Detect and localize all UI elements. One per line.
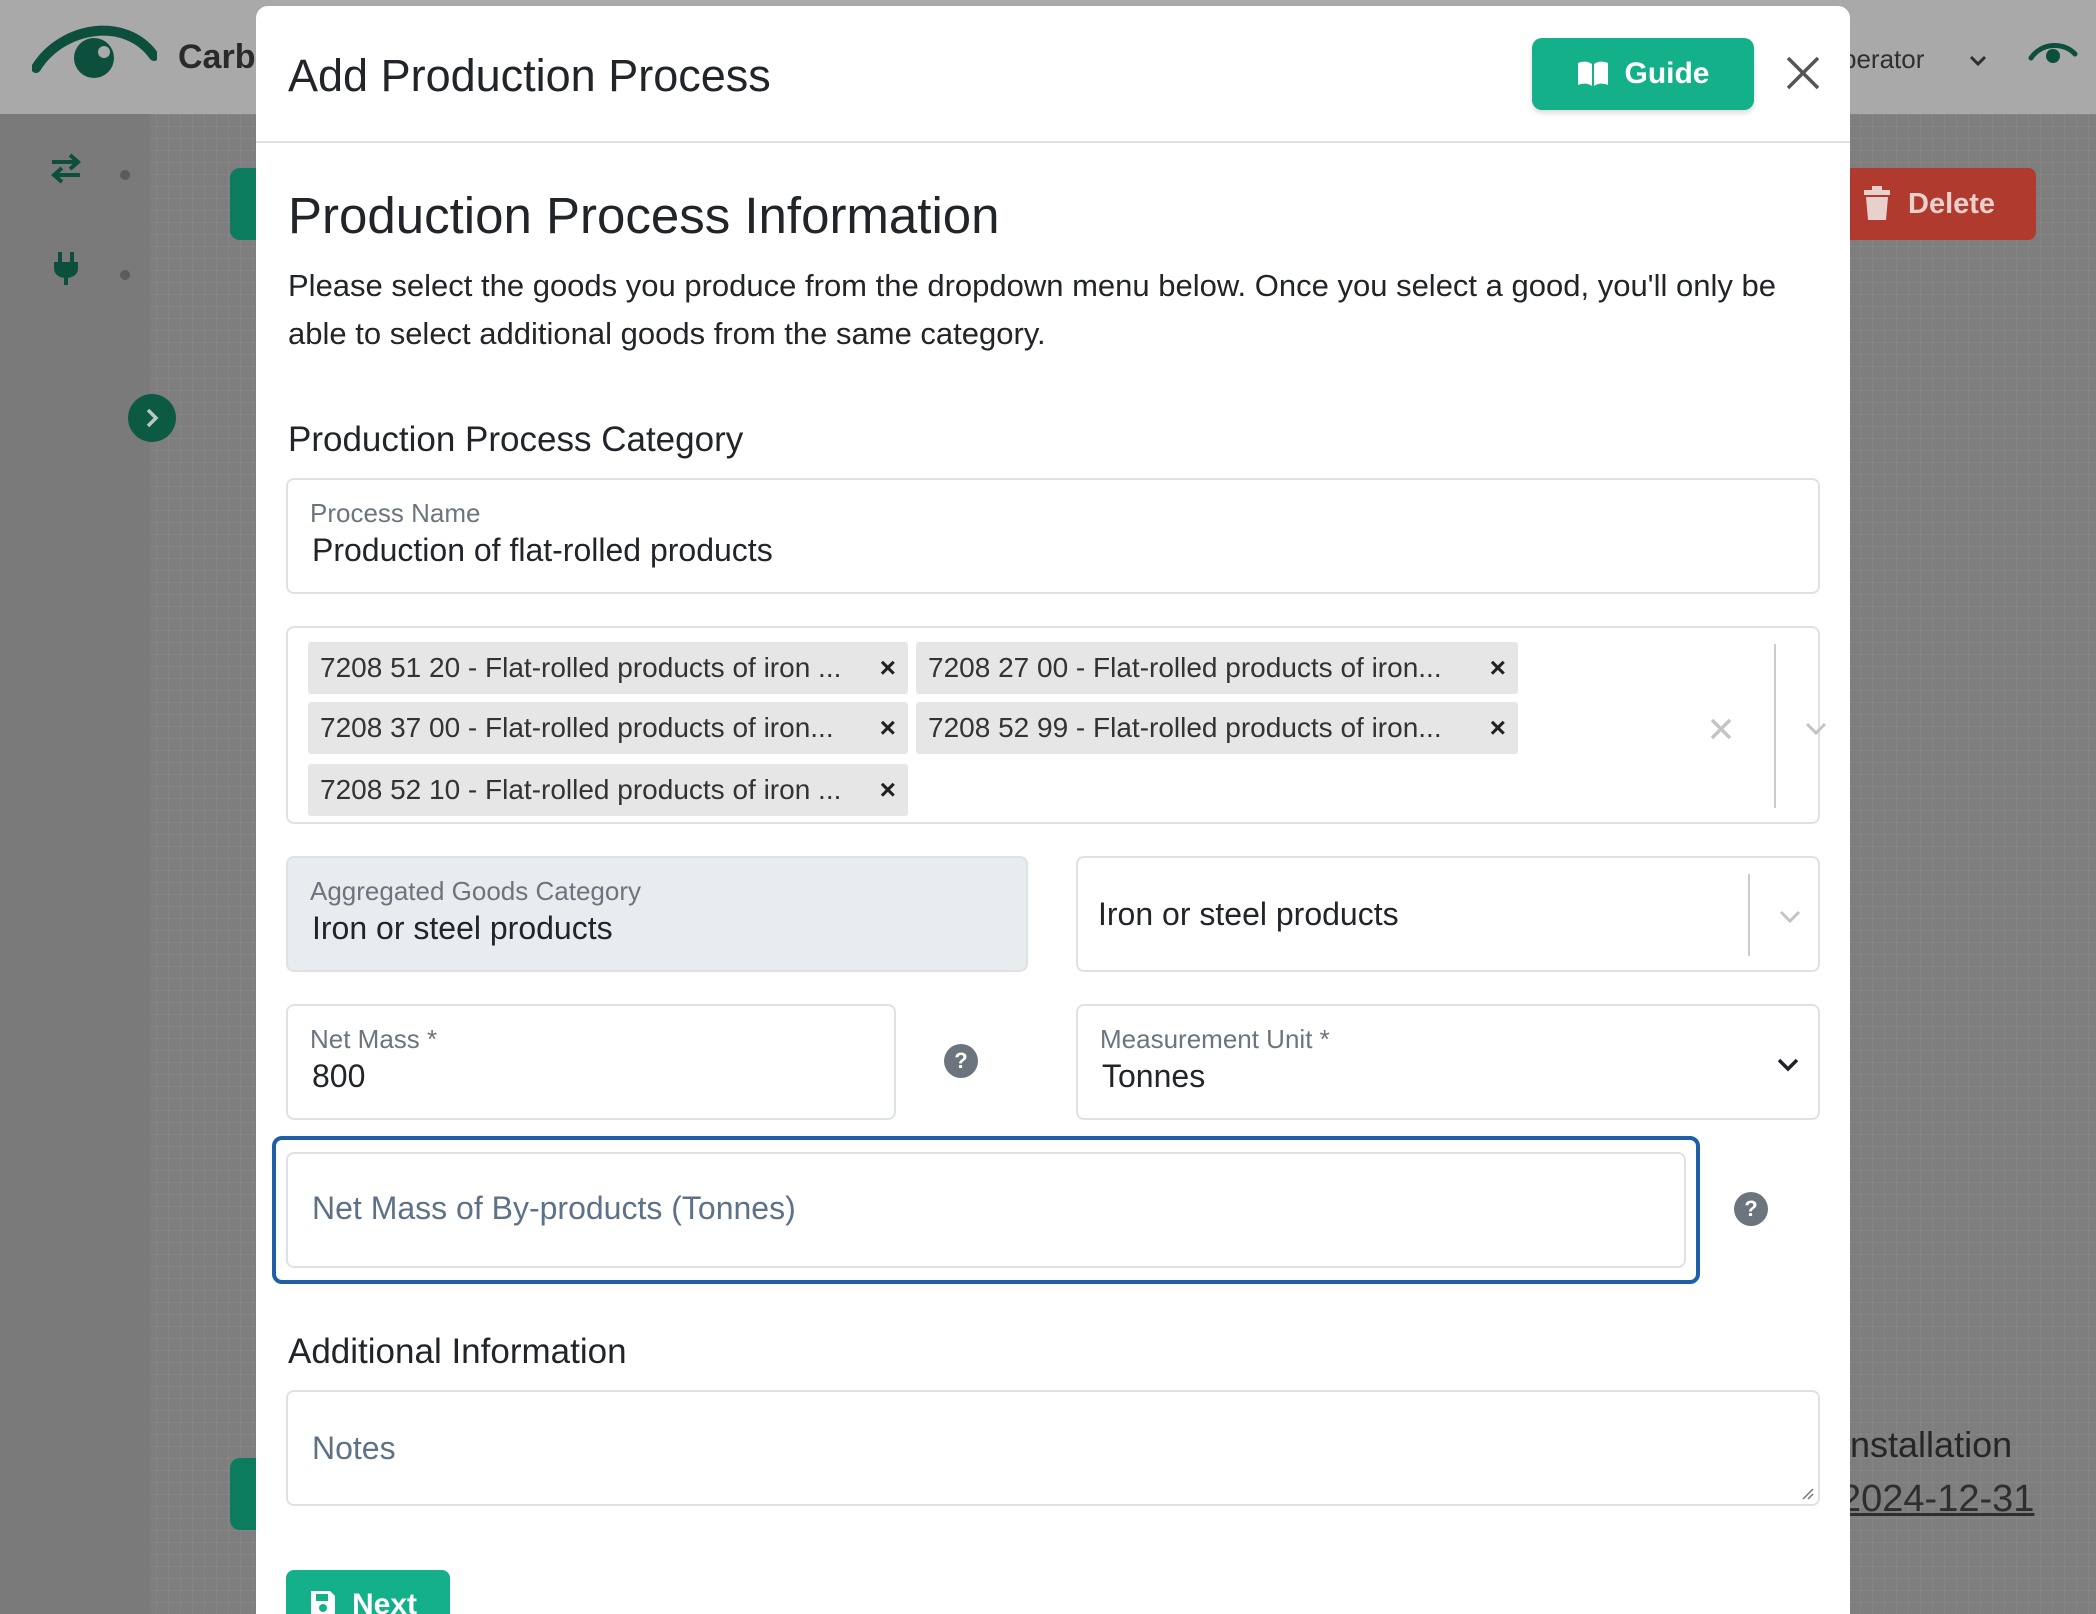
eye-icon[interactable] xyxy=(2028,40,2078,68)
trash-icon xyxy=(1864,186,1890,220)
brand-name: Carb xyxy=(178,38,256,76)
remove-tag-icon[interactable]: × xyxy=(880,652,896,684)
modal-title: Add Production Process xyxy=(288,50,771,101)
aggregated-goods-category-field: Aggregated Goods Category Iron or steel … xyxy=(286,856,1028,972)
clear-all-icon[interactable] xyxy=(1708,716,1734,742)
status-dot xyxy=(120,270,130,280)
net-mass-field[interactable]: Net Mass * 800 xyxy=(286,1004,896,1120)
chevron-down-icon xyxy=(1777,1058,1799,1072)
resize-handle-icon[interactable] xyxy=(1798,1484,1814,1500)
goods-tag-label: 7208 51 20 - Flat-rolled products of iro… xyxy=(320,652,842,683)
section-title: Production Process Information xyxy=(288,187,1000,244)
chevron-down-icon xyxy=(1969,55,1987,67)
goods-category-select-value: Iron or steel products xyxy=(1098,896,1399,932)
delete-label: Delete xyxy=(1908,187,1996,220)
category-heading: Production Process Category xyxy=(288,420,744,459)
date-link[interactable]: 2024-12-31 xyxy=(1840,1478,2034,1521)
aggregated-goods-category-label: Aggregated Goods Category xyxy=(310,876,641,906)
chevron-down-icon[interactable] xyxy=(1802,714,1830,742)
remove-tag-icon[interactable]: × xyxy=(880,774,896,806)
help-icon[interactable]: ? xyxy=(1734,1192,1768,1226)
sidebar xyxy=(0,114,150,1614)
process-name-label: Process Name xyxy=(310,498,481,528)
remove-tag-icon[interactable]: × xyxy=(1490,652,1506,684)
byproducts-net-mass-input[interactable]: Net Mass of By-products (Tonnes) xyxy=(286,1152,1686,1268)
goods-tag: 7208 52 99 - Flat-rolled products of iro… xyxy=(916,702,1518,754)
notes-placeholder: Notes xyxy=(312,1430,396,1466)
process-name-field[interactable]: Process Name Production of flat-rolled p… xyxy=(286,478,1820,594)
net-mass-label: Net Mass * xyxy=(310,1024,438,1054)
goods-tag-label: 7208 52 99 - Flat-rolled products of iro… xyxy=(928,712,1442,743)
status-dot xyxy=(120,170,130,180)
logo-eye-icon xyxy=(32,25,157,78)
remove-tag-icon[interactable]: × xyxy=(880,712,896,744)
plug-icon[interactable] xyxy=(48,250,84,286)
installation-label: Installation xyxy=(1840,1424,2013,1465)
next-label: Next xyxy=(352,1588,418,1614)
goods-multiselect[interactable]: 7208 51 20 - Flat-rolled products of iro… xyxy=(286,626,1827,824)
guide-label: Guide xyxy=(1624,57,1710,90)
close-icon[interactable] xyxy=(1782,52,1824,94)
remove-tag-icon[interactable]: × xyxy=(1490,712,1506,744)
add-production-process-modal: Add Production Process Guide Production … xyxy=(256,6,1850,1614)
goods-tag: 7208 37 00 - Flat-rolled products of iro… xyxy=(308,702,908,754)
next-button[interactable]: Next xyxy=(286,1570,450,1614)
goods-tag: 7208 27 00 - Flat-rolled products of iro… xyxy=(916,642,1518,694)
aggregated-goods-category-value: Iron or steel products xyxy=(312,910,613,946)
delete-button[interactable]: Delete xyxy=(1840,168,2036,240)
divider xyxy=(1748,874,1750,956)
byproducts-placeholder: Net Mass of By-products (Tonnes) xyxy=(312,1190,796,1226)
process-name-value: Production of flat-rolled products xyxy=(312,532,773,568)
expand-sidebar-button[interactable] xyxy=(128,394,176,442)
help-icon[interactable]: ? xyxy=(944,1044,978,1078)
save-icon xyxy=(311,1591,335,1614)
intro-text: Please select the goods you produce from… xyxy=(288,268,1776,351)
net-mass-value: 800 xyxy=(312,1058,366,1094)
goods-tag: 7208 52 10 - Flat-rolled products of iro… xyxy=(308,764,908,816)
additional-info-heading: Additional Information xyxy=(288,1332,627,1371)
operator-menu[interactable]: perator xyxy=(1842,44,1924,75)
chevron-down-icon[interactable] xyxy=(1776,902,1804,930)
goods-tag-label: 7208 27 00 - Flat-rolled products of iro… xyxy=(928,652,1442,683)
measurement-unit-select[interactable]: Measurement Unit * Tonnes xyxy=(1076,1004,1820,1120)
goods-tag: 7208 51 20 - Flat-rolled products of iro… xyxy=(308,642,908,694)
measurement-unit-value: Tonnes xyxy=(1102,1058,1206,1094)
guide-button[interactable]: Guide xyxy=(1532,38,1754,110)
notes-textarea[interactable]: Notes xyxy=(286,1390,1820,1506)
divider xyxy=(1774,644,1776,808)
book-open-icon xyxy=(1578,61,1609,86)
goods-tag-label: 7208 37 00 - Flat-rolled products of iro… xyxy=(320,712,834,743)
goods-category-select[interactable]: Iron or steel products xyxy=(1076,856,1820,972)
measurement-unit-label: Measurement Unit * xyxy=(1100,1024,1330,1054)
goods-tag-label: 7208 52 10 - Flat-rolled products of iro… xyxy=(320,774,842,805)
chevron-right-icon xyxy=(146,408,159,428)
swap-arrows-icon[interactable] xyxy=(48,150,84,186)
modal-header: Add Production Process Guide xyxy=(256,6,1850,143)
